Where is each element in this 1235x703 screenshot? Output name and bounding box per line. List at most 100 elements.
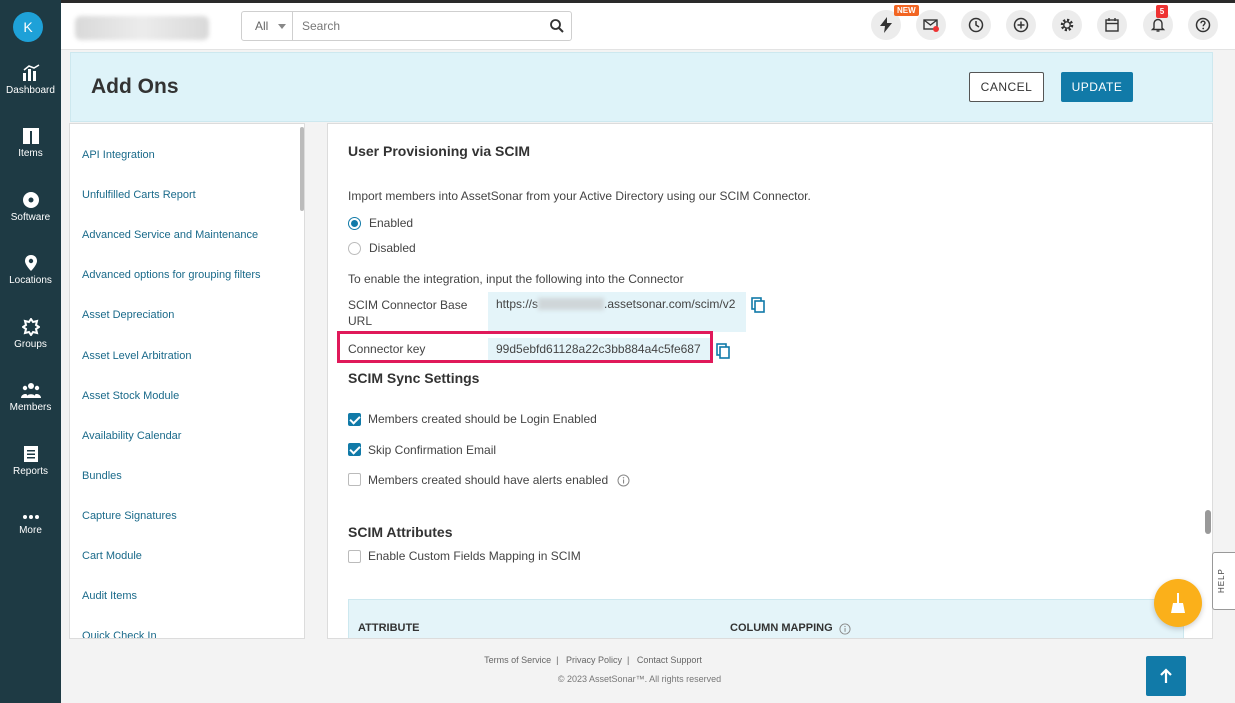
col-mapping-header: COLUMN MAPPING <box>730 622 833 634</box>
nav-item-more[interactable]: More <box>0 512 61 536</box>
nav-item-software[interactable]: Software <box>0 191 61 223</box>
gear-icon <box>1060 18 1074 32</box>
nav-label: More <box>19 525 42 536</box>
copy-icon[interactable] <box>716 343 730 359</box>
nav-item-dashboard[interactable]: Dashboard <box>0 64 61 96</box>
contact-link[interactable]: Contact Support <box>637 655 702 665</box>
addons-menu: API Integration Unfulfilled Carts Report… <box>69 123 305 639</box>
base-url-prefix: https://s <box>496 297 539 311</box>
nav-item-members[interactable]: Members <box>0 381 61 413</box>
cleanup-fab-button[interactable] <box>1154 579 1202 627</box>
update-button[interactable]: UPDATE <box>1061 72 1133 102</box>
copyright: © 2023 AssetSonar™. All rights reserved <box>557 674 722 684</box>
menu-item[interactable]: Quick Check In <box>82 630 157 638</box>
menu-item[interactable]: Cart Module <box>82 550 142 562</box>
menu-item[interactable]: Bundles <box>82 470 122 482</box>
page-title: Add Ons <box>91 75 179 98</box>
history-button[interactable] <box>961 10 991 40</box>
search-icon[interactable] <box>549 18 565 34</box>
menu-item[interactable]: Asset Depreciation <box>82 309 174 321</box>
nav-label: Dashboard <box>6 85 55 96</box>
radio-disabled[interactable] <box>348 242 361 255</box>
menu-item[interactable]: Advanced options for grouping filters <box>82 269 261 281</box>
top-border <box>61 0 1235 3</box>
messages-button[interactable] <box>916 10 946 40</box>
caret-down-icon <box>278 24 286 29</box>
custom-mapping-label: Enable Custom Fields Mapping in SCIM <box>368 549 581 563</box>
nav-item-groups[interactable]: Groups <box>0 318 61 350</box>
alerts-enabled-checkbox[interactable] <box>348 473 361 486</box>
skip-email-checkbox[interactable] <box>348 443 361 456</box>
terms-link[interactable]: Terms of Service <box>484 655 551 665</box>
settings-button[interactable] <box>1052 10 1082 40</box>
scim-settings-panel: User Provisioning via SCIM Import member… <box>327 123 1213 639</box>
search-scope-dropdown[interactable]: All <box>242 12 293 40</box>
clock-icon <box>968 17 984 33</box>
question-icon <box>1195 17 1211 33</box>
sync-settings-title: SCIM Sync Settings <box>348 370 480 386</box>
help-button[interactable] <box>1188 10 1218 40</box>
connector-key-highlight <box>337 331 713 363</box>
nav-label: Locations <box>9 275 52 286</box>
search-input[interactable] <box>294 13 544 39</box>
broom-icon <box>1171 593 1185 613</box>
groups-icon <box>21 318 40 336</box>
bell-icon <box>1150 18 1166 32</box>
info-icon[interactable] <box>839 623 851 635</box>
privacy-link[interactable]: Privacy Policy <box>566 655 622 665</box>
help-tab-label: HELP <box>1217 568 1226 593</box>
page-header: Add Ons CANCEL UPDATE <box>70 52 1213 122</box>
login-enabled-checkbox[interactable] <box>348 413 361 426</box>
menu-item[interactable]: Availability Calendar <box>82 430 181 442</box>
menu-item[interactable]: Unfulfilled Carts Report <box>82 189 196 201</box>
footer-links: Terms of Service | Privacy Policy | Contac… <box>484 655 702 665</box>
login-enabled-label: Members created should be Login Enabled <box>368 412 597 426</box>
attributes-table: ATTRIBUTE COLUMN MAPPING <box>348 599 1184 638</box>
custom-mapping-checkbox[interactable] <box>348 550 361 563</box>
skip-email-label: Skip Confirmation Email <box>368 443 497 457</box>
software-icon <box>22 192 39 208</box>
search-box: All <box>241 11 572 41</box>
alerts-enabled-label: Members created should have alerts enabl… <box>368 473 609 487</box>
nav-item-reports[interactable]: Reports <box>0 445 61 477</box>
arrow-up-icon <box>1160 668 1172 683</box>
menu-item[interactable]: Audit Items <box>82 590 137 602</box>
menu-scrollbar[interactable] <box>300 127 304 211</box>
add-button[interactable] <box>1006 10 1036 40</box>
more-dots-icon <box>22 515 39 519</box>
scroll-to-top-button[interactable] <box>1146 656 1186 696</box>
plus-circle-icon <box>1013 17 1029 33</box>
nav-label: Software <box>10 212 51 223</box>
avatar[interactable]: K <box>13 12 43 42</box>
base-url-field[interactable]: https://s .assetsonar.com/scim/v2 <box>488 292 746 332</box>
menu-item[interactable]: Advanced Service and Maintenance <box>82 229 258 241</box>
members-icon <box>20 383 41 398</box>
redacted-subdomain <box>538 298 604 310</box>
menu-item[interactable]: Asset Level Arbitration <box>82 350 191 362</box>
help-side-tab[interactable]: HELP <box>1212 552 1235 610</box>
radio-enabled-label: Enabled <box>369 216 414 230</box>
scim-attributes-title: SCIM Attributes <box>348 524 453 540</box>
copy-icon[interactable] <box>751 297 765 313</box>
scim-description: Import members into AssetSonar from your… <box>348 189 811 203</box>
radio-disabled-label: Disabled <box>369 241 416 255</box>
nav-label: Reports <box>12 466 48 477</box>
nav-item-items[interactable]: Items <box>0 127 61 159</box>
top-bar: All NEW 5 <box>61 0 1235 50</box>
info-icon[interactable] <box>617 474 630 487</box>
cancel-button[interactable]: CANCEL <box>969 72 1044 102</box>
nav-label: Items <box>18 148 43 159</box>
menu-item[interactable]: Asset Stock Module <box>82 390 179 402</box>
nav-item-locations[interactable]: Locations <box>0 254 61 286</box>
left-nav: K Dashboard Items Software Locations Gro… <box>0 0 61 703</box>
main-scrollbar[interactable] <box>1205 510 1211 534</box>
radio-enabled[interactable] <box>348 217 361 230</box>
base-url-suffix: .assetsonar.com/scim/v2 <box>604 297 736 311</box>
base-url-label: SCIM Connector Base URL <box>348 298 468 328</box>
calendar-button[interactable] <box>1097 10 1127 40</box>
menu-item[interactable]: Capture Signatures <box>82 510 177 522</box>
menu-item[interactable]: API Integration <box>82 149 155 161</box>
new-badge: NEW <box>894 5 919 16</box>
items-icon <box>22 128 39 144</box>
reports-icon <box>23 446 38 462</box>
